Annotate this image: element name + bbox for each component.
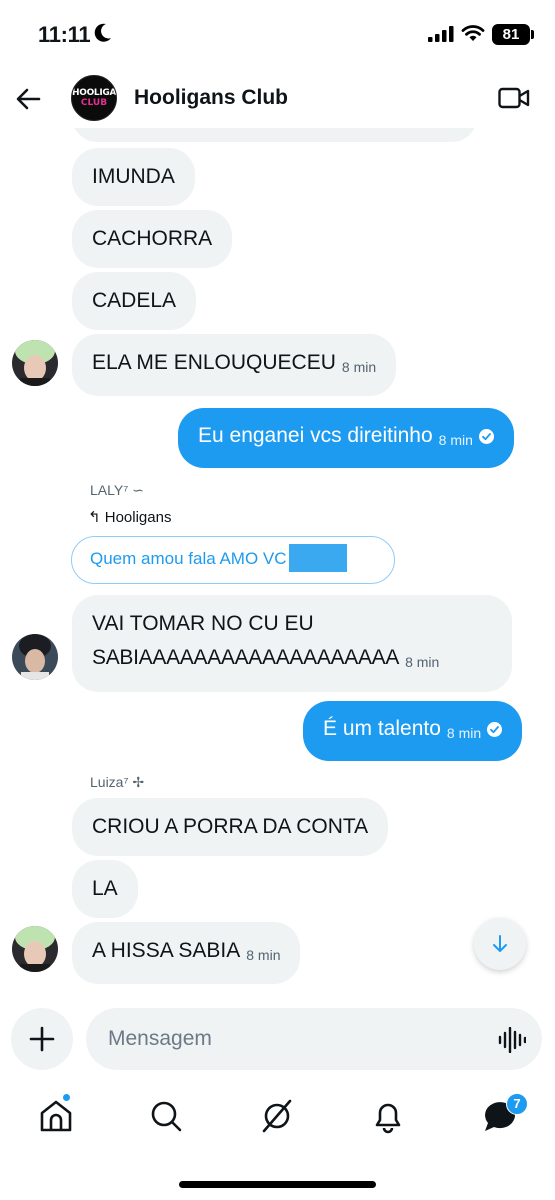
search-icon[interactable] bbox=[146, 1096, 186, 1136]
status-bar: 11:11 81 bbox=[0, 0, 555, 70]
message-text: CACHORRA bbox=[92, 227, 213, 250]
group-avatar[interactable]: HOOLIGAN CLUB bbox=[71, 75, 117, 121]
sender-avatar[interactable] bbox=[12, 926, 58, 972]
message-text: Eu enganei vcs direitinho bbox=[198, 424, 433, 447]
message-bubble[interactable]: ELA ME ENLOUQUECEU 8 min bbox=[72, 334, 397, 396]
messages-badge: 7 bbox=[506, 1093, 528, 1115]
message-input[interactable] bbox=[86, 1008, 542, 1070]
sender-avatar[interactable] bbox=[12, 634, 58, 680]
conversation-title[interactable]: Hooligans Club bbox=[134, 86, 288, 110]
message-bubble-sent[interactable]: Eu enganei vcs direitinho 8 min bbox=[178, 408, 514, 468]
battery-tip bbox=[531, 30, 534, 39]
battery-indicator: 81 bbox=[492, 24, 530, 45]
reply-context: ↰ Hooligans bbox=[88, 508, 171, 526]
scroll-to-bottom-button[interactable] bbox=[474, 918, 526, 970]
message-bubble-partial bbox=[72, 128, 477, 142]
add-attachment-button[interactable] bbox=[11, 1008, 73, 1070]
message-bubble[interactable]: LA bbox=[72, 860, 138, 918]
message-bubble[interactable]: CRIOU A PORRA DA CONTA bbox=[72, 798, 389, 856]
arrow-down-icon bbox=[493, 935, 507, 952]
read-check-icon bbox=[478, 429, 494, 444]
redacted-block bbox=[288, 544, 347, 572]
voice-message-icon[interactable] bbox=[498, 1027, 526, 1053]
signal-icon bbox=[428, 26, 454, 42]
message-timestamp: 8 min bbox=[446, 725, 482, 741]
conversation-header: HOOLIGAN CLUB Hooligans Club bbox=[0, 70, 555, 128]
group-avatar-line1: HOOLIGAN bbox=[72, 88, 117, 98]
sender-avatar[interactable] bbox=[12, 340, 58, 386]
home-notification-dot bbox=[62, 1093, 71, 1102]
group-avatar-line2: CLUB bbox=[80, 98, 108, 108]
composer bbox=[0, 1003, 555, 1078]
message-bubble[interactable]: CADELA bbox=[72, 272, 197, 330]
message-text-line1: VAI TOMAR NO CU EU bbox=[92, 612, 314, 635]
message-bubble[interactable]: A HISSA SABIA 8 min bbox=[72, 922, 301, 984]
plus-icon bbox=[29, 1026, 55, 1052]
quoted-text: Quem amou fala AMO VC bbox=[90, 549, 287, 568]
quoted-message[interactable]: Quem amou fala AMO VC bbox=[71, 536, 395, 584]
message-text: CADELA bbox=[92, 289, 177, 312]
message-text: É um talento bbox=[323, 717, 441, 740]
message-bubble[interactable]: CACHORRA bbox=[72, 210, 233, 268]
message-list[interactable]: IMUNDA CACHORRA CADELA ELA ME ENLOUQUECE… bbox=[0, 128, 555, 1003]
message-text: A HISSA SABIA bbox=[92, 939, 241, 962]
message-bubble[interactable]: IMUNDA bbox=[72, 148, 195, 206]
message-timestamp: 8 min bbox=[405, 654, 440, 670]
read-check-icon bbox=[487, 722, 503, 737]
message-text-line2: SABIAAAAAAAAAAAAAAAAAAA bbox=[92, 646, 400, 669]
message-text: IMUNDA bbox=[92, 165, 175, 188]
message-bubble-sent[interactable]: É um talento 8 min bbox=[303, 701, 523, 761]
back-arrow-icon[interactable] bbox=[14, 84, 44, 114]
reply-arrow-icon: ↰ bbox=[88, 509, 101, 526]
message-timestamp: 8 min bbox=[438, 432, 473, 448]
message-timestamp: 8 min bbox=[341, 359, 377, 375]
grok-icon[interactable] bbox=[257, 1096, 297, 1136]
avatar-image bbox=[12, 926, 58, 972]
moon-icon bbox=[94, 23, 111, 42]
message-bubble[interactable]: VAI TOMAR NO CU EU SABIAAAAAAAAAAAAAAAAA… bbox=[72, 595, 512, 692]
video-call-icon[interactable] bbox=[498, 86, 530, 110]
avatar-image bbox=[12, 634, 58, 680]
message-timestamp: 8 min bbox=[246, 947, 281, 963]
message-text: CRIOU A PORRA DA CONTA bbox=[92, 815, 369, 838]
message-text: LA bbox=[92, 877, 118, 900]
wifi-icon bbox=[461, 25, 485, 41]
message-text: ELA ME ENLOUQUECEU bbox=[92, 351, 336, 374]
status-time: 11:11 bbox=[38, 22, 91, 47]
reply-context-label: Hooligans bbox=[104, 509, 172, 526]
home-icon[interactable] bbox=[36, 1096, 76, 1136]
sender-name: Luiza⁷ ✢ bbox=[90, 774, 145, 790]
home-indicator bbox=[179, 1181, 376, 1188]
avatar-image bbox=[12, 340, 58, 386]
notifications-bell-icon[interactable] bbox=[368, 1096, 408, 1136]
sender-name: LALY⁷ ∽ bbox=[90, 482, 144, 498]
